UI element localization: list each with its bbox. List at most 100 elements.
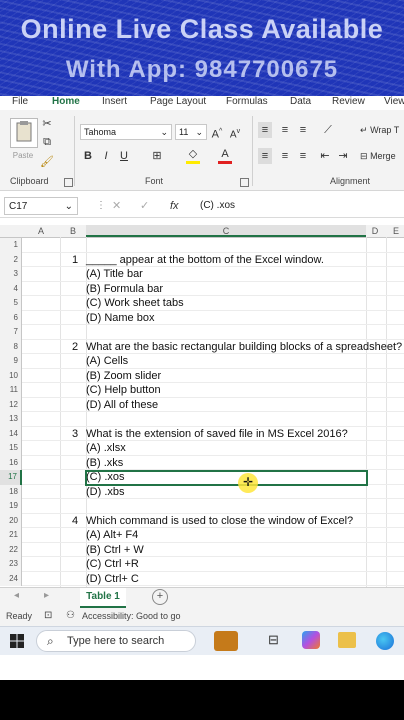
borders-icon[interactable]: ⊞	[150, 148, 164, 164]
row-header[interactable]: 11	[0, 383, 22, 398]
task-view-icon[interactable]: ⊟	[268, 632, 279, 648]
row-header[interactable]: 7	[0, 325, 22, 340]
next-sheet-icon[interactable]: ▸	[44, 590, 49, 601]
row-header[interactable]: 12	[0, 397, 22, 412]
row-header[interactable]: 18	[0, 484, 22, 499]
cell-question-text[interactable]: (A) Alt+ F4	[86, 528, 138, 543]
cell-question-text[interactable]: _____ appear at the bottom of the Excel …	[86, 253, 324, 268]
clipboard-launcher-icon[interactable]	[64, 178, 73, 187]
row-header[interactable]: 2	[0, 252, 22, 267]
font-name-select[interactable]: Tahoma ⌄	[80, 124, 172, 140]
cell-question-text[interactable]: (B) Ctrl + W	[86, 543, 144, 558]
tab-page-layout[interactable]: Page Layout	[150, 96, 206, 107]
font-launcher-icon[interactable]	[240, 178, 249, 187]
paste-icon[interactable]	[10, 118, 38, 148]
merge-button[interactable]: ⊟ Merge	[360, 148, 404, 164]
row-header[interactable]: 15	[0, 441, 22, 456]
row-header[interactable]: 17	[0, 470, 22, 485]
copy-icon[interactable]: ⧉	[40, 134, 54, 150]
cut-icon[interactable]: ✂	[40, 116, 54, 132]
decrease-font-icon[interactable]: Av	[228, 124, 242, 143]
cell-question-text[interactable]: (B) Formula bar	[86, 282, 163, 297]
cell-question-text[interactable]: Which command is used to close the windo…	[86, 514, 353, 529]
cell-question-text[interactable]: (C) Help button	[86, 383, 161, 398]
tab-formulas[interactable]: Formulas	[226, 96, 268, 107]
tab-file[interactable]: File	[12, 96, 28, 107]
add-sheet-icon[interactable]: +	[152, 589, 168, 605]
col-header-e[interactable]: E	[388, 225, 404, 237]
row-header[interactable]: 5	[0, 296, 22, 311]
edge-browser-icon[interactable]	[376, 632, 394, 650]
align-center-icon[interactable]: ≡	[278, 148, 292, 164]
windows-start-icon[interactable]	[10, 634, 24, 648]
insert-function-icon[interactable]: fx	[170, 198, 179, 214]
row-header[interactable]: 9	[0, 354, 22, 369]
col-header-b[interactable]: B	[60, 225, 86, 237]
row-header[interactable]: 1	[0, 238, 22, 253]
row-header[interactable]: 16	[0, 455, 22, 470]
increase-indent-icon[interactable]: ⇥	[336, 148, 350, 164]
tab-review[interactable]: Review	[332, 96, 365, 107]
cell-question-text[interactable]: (B) Zoom slider	[86, 369, 161, 384]
row-header[interactable]: 19	[0, 499, 22, 514]
sheet-tab-table1[interactable]: Table 1	[80, 588, 126, 608]
name-box[interactable]: C17 ⌄	[4, 197, 78, 215]
cell-question-text[interactable]: (A) .xlsx	[86, 441, 126, 456]
orientation-icon[interactable]: ⟋	[318, 122, 338, 138]
align-bottom-icon[interactable]: ≡	[296, 122, 310, 138]
formula-input[interactable]: (C) .xos	[200, 198, 235, 214]
taskbar-search-box[interactable]: ⌕ Type here to search	[36, 630, 196, 652]
briefcase-app-icon[interactable]	[214, 631, 238, 651]
tab-data[interactable]: Data	[290, 96, 311, 107]
col-header-c[interactable]: C	[86, 225, 366, 237]
row-header[interactable]: 23	[0, 557, 22, 572]
wrap-text-button[interactable]: ↵ Wrap T	[360, 122, 404, 138]
fill-color-icon[interactable]: ◇	[186, 148, 200, 164]
font-color-icon[interactable]: A	[218, 148, 232, 164]
bold-icon[interactable]: B	[82, 148, 94, 164]
cell-question-text[interactable]: What are the basic rectangular building …	[86, 340, 402, 355]
status-accessibility[interactable]: Accessibility: Good to go	[82, 611, 181, 621]
cancel-icon[interactable]: ✕	[112, 198, 121, 214]
align-right-icon[interactable]: ≡	[296, 148, 310, 164]
row-header[interactable]: 10	[0, 368, 22, 383]
copilot-icon[interactable]	[302, 631, 320, 649]
cell-question-text[interactable]: (B) .xks	[86, 456, 123, 471]
row-header[interactable]: 24	[0, 571, 22, 586]
cell-question-text[interactable]: (D) All of these	[86, 398, 158, 413]
macro-record-icon[interactable]: ⊡	[44, 610, 52, 621]
cell-question-text[interactable]: (D) .xbs	[86, 485, 125, 500]
row-header[interactable]: 13	[0, 412, 22, 427]
align-top-icon[interactable]: ≡	[258, 122, 272, 138]
decrease-indent-icon[interactable]: ⇤	[318, 148, 332, 164]
row-header[interactable]: 22	[0, 542, 22, 557]
col-header-d[interactable]: D	[366, 225, 384, 237]
cell-question-text[interactable]: What is the extension of saved file in M…	[86, 427, 348, 442]
cell-question-text[interactable]: (A) Cells	[86, 354, 128, 369]
enter-icon[interactable]: ✓	[140, 198, 149, 214]
row-header[interactable]: 4	[0, 281, 22, 296]
worksheet-grid[interactable]: A B C D E 1 2 1 _____ appear at the bottom …	[0, 225, 404, 587]
format-painter-icon[interactable]: 🖌	[40, 154, 54, 170]
cell-question-text[interactable]: (A) Title bar	[86, 267, 143, 282]
prev-sheet-icon[interactable]: ◂	[14, 590, 19, 601]
increase-font-icon[interactable]: A^	[210, 124, 224, 143]
tab-insert[interactable]: Insert	[102, 96, 127, 107]
row-header[interactable]: 14	[0, 426, 22, 441]
file-explorer-icon[interactable]	[338, 632, 356, 648]
font-size-select[interactable]: 11 ⌄	[175, 124, 207, 140]
row-header[interactable]: 20	[0, 513, 22, 528]
col-header-a[interactable]: A	[22, 225, 60, 237]
cell-question-text[interactable]: (D) Name box	[86, 311, 154, 326]
paste-label[interactable]: Paste	[8, 148, 38, 164]
tab-view[interactable]: View	[384, 96, 404, 107]
italic-icon[interactable]: I	[100, 148, 112, 164]
row-header[interactable]: 21	[0, 528, 22, 543]
accessibility-icon[interactable]: ⚇	[66, 610, 75, 621]
cell-question-text[interactable]: (D) Ctrl+ C	[86, 572, 139, 587]
row-header[interactable]: 3	[0, 267, 22, 282]
cell-question-text[interactable]: (C) Work sheet tabs	[86, 296, 184, 311]
cell-question-text[interactable]: (C) Ctrl +R	[86, 557, 139, 572]
row-header[interactable]: 6	[0, 310, 22, 325]
underline-icon[interactable]: U	[118, 148, 130, 164]
